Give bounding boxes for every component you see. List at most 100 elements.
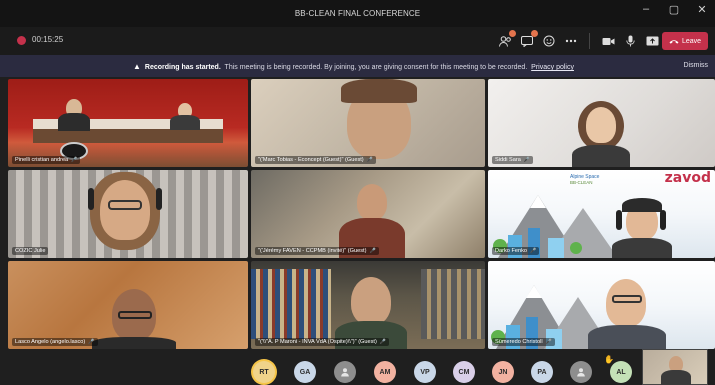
avatar-initials: AL (616, 368, 626, 376)
warning-icon: ▲ (133, 62, 141, 71)
avatar-initials: GA (299, 368, 311, 376)
dismiss-button[interactable]: Dismiss (684, 62, 709, 69)
close-icon[interactable]: ✕ (695, 3, 709, 16)
zavod-logo: zavod (664, 170, 711, 186)
participant-body-2 (170, 115, 200, 130)
avatar-initials: RT (259, 368, 269, 376)
avatar-initials: AM (379, 368, 391, 376)
video-tile[interactable]: Sümeredo Christoll 🎤 (488, 261, 715, 349)
participants-icon[interactable] (497, 30, 516, 49)
mic-icon[interactable] (622, 33, 638, 49)
minimize-icon[interactable]: – (639, 3, 653, 16)
participant-name: Sümeredo Christoll 🎤 (492, 338, 555, 346)
mic-off-icon: 🎤 (530, 248, 537, 254)
recording-title: Recording has started. (144, 64, 221, 71)
title-bar: BB-CLEAN FINAL CONFERENCE – ▢ ✕ (0, 0, 715, 27)
notification-badge (509, 30, 516, 37)
privacy-policy-link[interactable]: Privacy policy (531, 64, 574, 71)
participant-name: "('\\"A. P Maroni - INVA VdA (Ospite)\\"… (255, 338, 390, 346)
phone-hangup-icon (669, 39, 679, 44)
bb-clean-label: BB-CLEAN (570, 180, 593, 185)
participants-strip: RT GA AM VP CM JN PA AL ✋ (0, 349, 715, 385)
leave-label: Leave (681, 37, 702, 45)
participant-name: Darko Fenko 🎤 (492, 247, 540, 255)
toolbar-actions (497, 30, 660, 49)
participant-video (100, 180, 150, 240)
participant-video (351, 277, 391, 325)
participant-name-text: Pinelli cristian andrea (15, 157, 69, 163)
avatar-initials: PA (537, 368, 547, 376)
participant-avatar[interactable]: CM (453, 361, 475, 383)
participant-avatar[interactable]: AM (374, 361, 396, 383)
more-icon[interactable] (563, 33, 579, 49)
video-grid: Pinelli cristian andrea 🎤 "('Marc Tobias … (8, 79, 715, 349)
video-tile[interactable]: "('Jérémy FAVEN - CCPMB (invité)" (Guest… (251, 170, 485, 258)
participant-name: "('Jérémy FAVEN - CCPMB (invité)" (Guest… (255, 247, 379, 255)
participant-name-text: Sümeredo Christoll (495, 339, 543, 345)
chat-badge (531, 30, 538, 37)
participant-body (92, 337, 176, 349)
participant-body (572, 145, 630, 167)
participant-avatar[interactable]: AL (610, 361, 632, 383)
teams-meeting-window: BB-CLEAN FINAL CONFERENCE – ▢ ✕ 00:15:25 (0, 0, 715, 385)
toolbar-separator (589, 33, 590, 49)
participant-avatar[interactable] (570, 361, 592, 383)
mic-off-icon: 🎤 (379, 339, 387, 345)
window-controls: – ▢ ✕ (639, 3, 709, 16)
video-tile[interactable]: COZIC Julie (8, 170, 248, 258)
participant-name-text: "('\\"A. P Maroni - INVA VdA (Ospite)\\"… (258, 339, 377, 345)
video-tile[interactable]: Lasco Angelo (angelo.lasco) 🎤 (8, 261, 248, 349)
mic-off-icon: 🎤 (71, 157, 78, 163)
participant-name: Siddi Sara 🎤 (492, 156, 534, 164)
participant-name-text: "('Marc Tobias - Econcept (Guest)" (Gues… (258, 157, 364, 163)
participant-name-text: Darko Fenko (495, 248, 528, 254)
chat-icon[interactable] (519, 30, 538, 49)
self-view-video[interactable] (642, 349, 708, 385)
participant-name-text: "('Jérémy FAVEN - CCPMB (invité)" (Guest… (258, 248, 367, 254)
video-tile[interactable]: "('Marc Tobias - Econcept (Guest)" (Gues… (251, 79, 485, 167)
participant-avatar[interactable]: GA (294, 361, 316, 383)
avatar-initials: CM (458, 368, 470, 376)
recording-text: This meeting is being recorded. By joini… (224, 64, 528, 71)
participant-avatar[interactable]: JN (492, 361, 514, 383)
participant-video (357, 184, 387, 220)
raised-hand-icon: ✋ (604, 355, 614, 364)
meeting-toolbar: 00:15:25 Leave (0, 27, 715, 55)
video-tile[interactable]: Siddi Sara 🎤 (488, 79, 715, 167)
share-screen-icon[interactable] (644, 33, 660, 49)
avatar-initials: JN (498, 368, 508, 376)
mic-off-icon: 🎤 (369, 248, 376, 254)
camera-icon[interactable] (600, 33, 616, 49)
reactions-icon[interactable] (541, 33, 557, 49)
recording-message: ▲ Recording has started. This meeting is … (133, 62, 574, 71)
participant-name: "('Marc Tobias - Econcept (Guest)" (Gues… (255, 156, 376, 164)
video-tile[interactable]: "('\\"A. P Maroni - INVA VdA (Ospite)\\"… (251, 261, 485, 349)
self-video-body (661, 370, 691, 385)
participant-name: COZIC Julie (12, 247, 49, 255)
participant-name-text: COZIC Julie (15, 248, 46, 254)
participant-avatar[interactable]: PA (531, 361, 553, 383)
avatar-initials: VP (420, 368, 430, 376)
participant-name: Lasco Angelo (angelo.lasco) 🎤 (12, 338, 98, 346)
window-title: BB-CLEAN FINAL CONFERENCE (294, 9, 421, 18)
video-tile[interactable]: Pinelli cristian andrea 🎤 (8, 79, 248, 167)
recording-banner: ▲ Recording has started. This meeting is … (0, 55, 715, 77)
person-icon (341, 368, 349, 377)
person-icon (577, 368, 585, 377)
mic-off-icon: 🎤 (523, 157, 531, 163)
leave-button[interactable]: Leave (662, 32, 708, 50)
participant-name: Pinelli cristian andrea 🎤 (12, 156, 81, 164)
participant-avatar[interactable] (334, 361, 356, 383)
mic-off-icon: 🎤 (545, 339, 552, 345)
meeting-timer: 00:15:25 (32, 35, 64, 44)
mic-off-icon: 🎤 (366, 157, 373, 163)
participant-body (58, 113, 90, 131)
maximize-icon[interactable]: ▢ (667, 3, 681, 16)
participant-name-text: Siddi Sara (495, 157, 521, 163)
recording-indicator-icon (17, 36, 26, 45)
participant-avatar[interactable]: RT (253, 361, 275, 383)
participant-video (606, 279, 646, 327)
participant-avatar[interactable]: VP (414, 361, 436, 383)
video-tile[interactable]: Alpine Space BB-CLEAN zavod Darko Fenko 🎤 (488, 170, 715, 258)
participant-body (612, 238, 672, 258)
